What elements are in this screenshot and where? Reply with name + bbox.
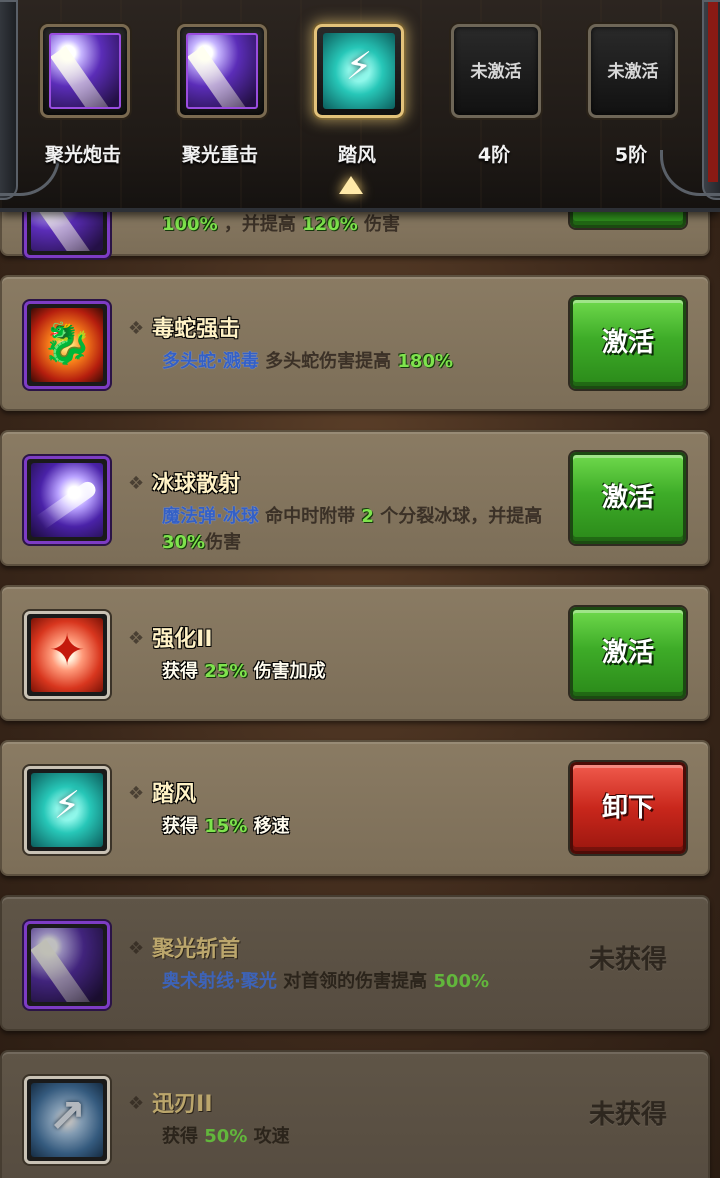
desc-text: 命中时附带 [258, 506, 362, 527]
slot-frame: 未激活 [451, 24, 541, 118]
unequip-button[interactable]: 卸下 [570, 762, 686, 854]
talent-desc: 获得 25% 伤害加成 [162, 659, 552, 685]
desc-skill: 魔法弹·冰球 [162, 506, 259, 527]
talent-icon-frame [24, 1076, 110, 1164]
focus-beam-icon [49, 33, 121, 109]
swift-blade-icon [31, 1083, 103, 1157]
slot-frame [177, 24, 267, 118]
slot-1[interactable]: 聚光炮击 [28, 20, 138, 170]
power-burst-icon [31, 618, 103, 692]
slot-label: 4阶 [477, 144, 511, 166]
desc-text: 伤害加成 [247, 661, 326, 682]
talent-title: ❖ 强化II [128, 621, 213, 653]
focus-beam-icon [31, 928, 103, 1002]
selected-slot-arrow-icon [339, 176, 363, 194]
talent-title: ❖ 聚光斩首 [128, 931, 240, 963]
desc-value: 25% [204, 661, 248, 682]
diamond-bullet-icon: ❖ [128, 783, 145, 804]
talent-icon-frame [24, 301, 110, 389]
slot-5[interactable]: 未激活 5阶 [576, 20, 686, 170]
slot-empty-text: 未激活 [607, 62, 659, 82]
talent-screen: 100% ，并提高 120% 伤害 ❖ 毒蛇强击 多头蛇·溅毒 多头蛇伤害提高 1… [0, 0, 720, 1178]
focus-beam-icon [186, 33, 258, 109]
comet-icon [31, 463, 103, 537]
talent-title-text: 强化II [152, 627, 213, 652]
slot-label: 聚光炮击 [44, 144, 121, 166]
desc-skill: 奥术射线·聚光 [162, 971, 277, 992]
talent-title-text: 踏风 [152, 782, 197, 807]
talent-title: ❖ 毒蛇强击 [128, 311, 240, 343]
fire-dragon-icon [31, 308, 103, 382]
diamond-bullet-icon: ❖ [128, 473, 145, 494]
diamond-bullet-icon: ❖ [128, 1093, 145, 1114]
activate-button[interactable]: 激活 [570, 297, 686, 389]
talent-card: ❖ 强化II 获得 25% 伤害加成 激活 [0, 585, 710, 721]
talent-title: ❖ 迅刃II [128, 1086, 213, 1118]
talent-title-text: 聚光斩首 [152, 937, 241, 962]
talent-desc: 获得 50% 攻速 [162, 1124, 552, 1150]
slot-frame: 未激活 [588, 24, 678, 118]
not-obtained-label: 未获得 [588, 945, 667, 975]
talent-icon-frame [24, 611, 110, 699]
desc-text: 获得 [162, 816, 205, 837]
slot-label: 踏风 [337, 144, 376, 166]
desc-text: 移速 [247, 816, 290, 837]
desc-value: 30% [162, 532, 206, 553]
talent-desc: 获得 15% 移速 [162, 814, 552, 840]
talent-desc: 魔法弹·冰球 命中时附带 2 个分裂冰球，并提高 30%伤害 [162, 504, 552, 556]
desc-text: 伤害 [205, 532, 242, 553]
slot-label: 聚光重击 [181, 144, 258, 166]
talent-card: ❖ 毒蛇强击 多头蛇·溅毒 多头蛇伤害提高 180% 激活 [0, 275, 710, 411]
desc-text: ，并提高 [217, 214, 303, 235]
talent-desc: 奥术射线·聚光 对首领的伤害提高 500% [162, 969, 502, 995]
desc-text: 个分裂冰球，并提高 [373, 506, 543, 527]
talent-icon-frame [24, 456, 110, 544]
slot-label: 5阶 [614, 144, 648, 166]
slot-empty-text: 未激活 [470, 62, 522, 82]
slot-4[interactable]: 未激活 4阶 [439, 20, 549, 170]
desc-skill: 多头蛇·溅毒 [162, 351, 259, 372]
diamond-bullet-icon: ❖ [128, 938, 145, 959]
talent-title-text: 迅刃II [152, 1092, 213, 1117]
wind-boot-icon [323, 33, 395, 109]
slot-frame [40, 24, 130, 118]
slot-2[interactable]: 聚光重击 [165, 20, 275, 170]
talent-desc: 多头蛇·溅毒 多头蛇伤害提高 180% [162, 349, 552, 375]
talent-card-locked: ❖ 聚光斩首 奥术射线·聚光 对首领的伤害提高 500% 未获得 [0, 895, 710, 1031]
talent-icon-frame [24, 766, 110, 854]
desc-text: 多头蛇伤害提高 [258, 351, 398, 372]
diamond-bullet-icon: ❖ [128, 628, 145, 649]
talent-title: ❖ 冰球散射 [128, 466, 240, 498]
desc-text: 对首领的伤害提高 [276, 971, 434, 992]
talent-title-text: 毒蛇强击 [152, 317, 241, 342]
desc-value: 100% [162, 214, 218, 235]
desc-value: 180% [397, 351, 453, 372]
wind-boot-icon [31, 773, 103, 847]
talent-icon-frame [24, 921, 110, 1009]
activate-button[interactable]: 激活 [570, 607, 686, 699]
talent-desc: 100% ，并提高 120% 伤害 [162, 212, 552, 238]
desc-text: 伤害 [357, 214, 401, 235]
desc-text: 获得 [162, 661, 205, 682]
desc-text: 获得 [162, 1126, 205, 1147]
talent-title-text: 冰球散射 [152, 472, 241, 497]
talent-title: ❖ 踏风 [128, 776, 196, 808]
desc-text: 攻速 [247, 1126, 290, 1147]
slot-3-selected[interactable]: 踏风 [302, 20, 412, 170]
diamond-bullet-icon: ❖ [128, 318, 145, 339]
talent-card: ❖ 冰球散射 魔法弹·冰球 命中时附带 2 个分裂冰球，并提高 30%伤害 激活 [0, 430, 710, 566]
desc-value: 50% [204, 1126, 248, 1147]
desc-value: 2 [361, 506, 374, 527]
desc-value: 15% [204, 816, 248, 837]
not-obtained-label: 未获得 [588, 1100, 667, 1130]
activate-button[interactable]: 激活 [570, 452, 686, 544]
talent-card: ❖ 踏风 获得 15% 移速 卸下 [0, 740, 710, 876]
desc-value: 120% [302, 214, 358, 235]
slot-frame [314, 24, 404, 118]
desc-value: 500% [433, 971, 489, 992]
talent-card-locked: ❖ 迅刃II 获得 50% 攻速 未获得 [0, 1050, 710, 1178]
